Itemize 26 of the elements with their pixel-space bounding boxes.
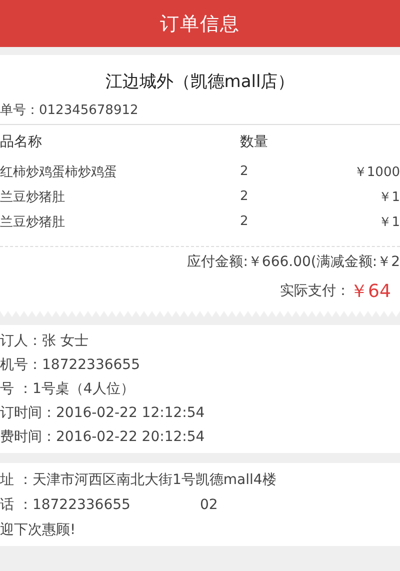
item-name: 兰豆炒猪肚	[0, 214, 66, 230]
booking-detail: 费时间：2016-02-22 20:12:54	[0, 428, 206, 446]
item-price: ￥1000	[352, 164, 400, 180]
item-price: ￥1	[378, 214, 400, 230]
page-title: 订单信息	[160, 12, 240, 36]
item-quantity: 2	[240, 214, 250, 229]
item-name: 兰豆炒猪肚	[0, 188, 66, 206]
payable-amount: 应付金额:￥666.00(满减金额:￥2	[186, 253, 400, 271]
booking-detail: 订人：张 女士	[0, 332, 90, 350]
booking-detail: 订时间：2016-02-22 12:12:54	[0, 404, 206, 422]
column-header: 数量	[240, 133, 269, 151]
farewell-text: 迎下次惠顾!	[0, 520, 77, 538]
column-header: 品名称	[0, 133, 43, 151]
item-quantity: 2	[240, 164, 250, 179]
item-quantity: 2	[240, 189, 250, 204]
item-price: ￥1	[378, 188, 400, 206]
store-name: 江边城外（凯德mall店）	[105, 72, 295, 92]
shop-phone: 话 ：18722336655	[0, 496, 132, 514]
shop-address: 址 ：天津市河西区南北大街1号凯德mall4楼	[0, 470, 278, 488]
item-name: 红柿炒鸡蛋柿炒鸡蛋	[0, 164, 118, 180]
paid-amount: ￥64	[350, 280, 392, 303]
paid-label: 实际支付：	[279, 282, 350, 300]
shop-phone-2: 02	[200, 496, 219, 512]
booking-detail: 号 ：1号桌（4人位）	[0, 380, 136, 398]
booking-detail: 机号：18722336655	[0, 356, 141, 374]
order-number: 单号：012345678912	[0, 102, 140, 119]
